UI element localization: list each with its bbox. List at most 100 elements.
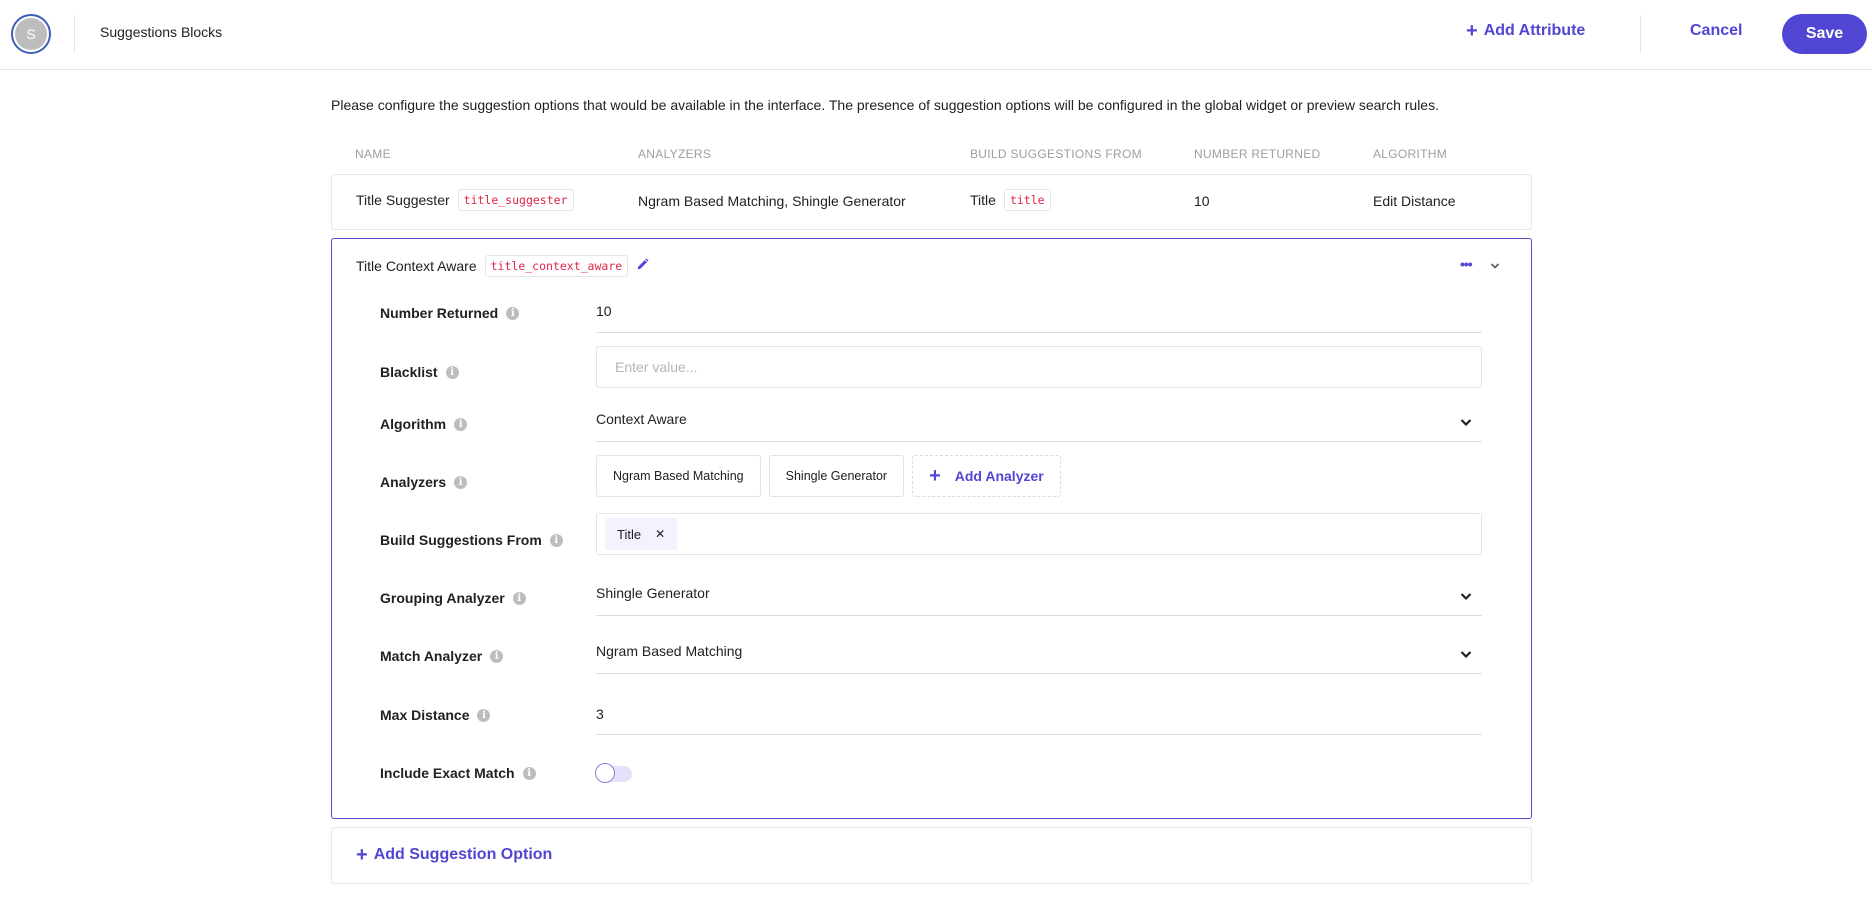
tag-label: Title [617,526,642,542]
field-label: Build Suggestions From i [380,532,563,548]
field-build-from: Build Suggestions From i Title ✕ [380,513,1482,570]
info-icon[interactable]: i [445,365,459,379]
info-icon[interactable]: i [477,708,491,722]
field-match-analyzer: Match Analyzer i Ngram Based Matching [380,634,1482,678]
label-text: Algorithm [380,416,447,432]
info-icon[interactable]: i [522,766,536,780]
row-number-returned: 10 [1194,193,1210,209]
divider [74,15,75,53]
algorithm-value: Context Aware [596,411,687,427]
match-analyzer-value: Ngram Based Matching [596,643,743,659]
avatar[interactable]: S [11,14,51,54]
field-number-returned: Number Returned i 10 [380,293,1482,337]
build-from-input[interactable]: Title ✕ [596,513,1482,555]
page-title: Suggestions Blocks [100,24,223,40]
row-build-from-cell: Title title [970,189,1051,211]
match-analyzer-select[interactable]: Ngram Based Matching [596,634,1482,674]
number-returned-input[interactable]: 10 [596,293,1482,333]
label-text: Blacklist [380,364,438,380]
label-text: Max Distance [380,707,470,723]
toggle-wrapper [595,762,1482,783]
tag-input[interactable]: Title ✕ [596,513,1482,555]
chevron-down-icon [1460,646,1472,662]
add-attribute-button[interactable]: + Add Attribute [1466,20,1586,42]
field-label: Blacklist i [380,364,459,380]
analyzer-chip[interactable]: Shingle Generator [768,455,905,497]
field-include-exact-match: Include Exact Match i [380,762,1480,806]
field-label: Algorithm i [380,416,468,432]
build-from-tag: Title ✕ [605,518,678,550]
column-header-build-from: BUILD SUGGESTIONS FROM [970,147,1142,161]
algorithm-select[interactable]: Context Aware [596,402,1482,442]
suggestion-option-panel: Title Context Aware title_context_aware … [331,238,1532,819]
row-name: Title Suggester [356,192,450,208]
field-label: Match Analyzer i [380,648,504,664]
field-blacklist: Blacklist i [380,346,1482,397]
blacklist-input[interactable] [596,346,1482,388]
row-name-cell: Title Suggester title_suggester [356,189,574,211]
top-bar: S Suggestions Blocks + Add Attribute Can… [0,0,1872,70]
info-icon[interactable]: i [454,475,468,489]
add-suggestion-option-button[interactable]: + Add Suggestion Option [356,844,553,866]
option-key: title_context_aware [484,255,629,277]
field-algorithm: Algorithm i Context Aware [380,402,1482,446]
info-icon[interactable]: i [490,649,504,663]
row-build-from: Title [970,192,996,208]
avatar-initial: S [15,18,47,50]
row-name-key: title_suggester [457,189,574,211]
intro-text: Please configure the suggestion options … [331,97,1439,113]
plus-icon: + [929,465,941,487]
info-icon[interactable]: i [506,306,520,320]
plus-icon: + [1466,20,1478,42]
add-option-row: + Add Suggestion Option [331,827,1532,884]
add-analyzer-button[interactable]: + Add Analyzer [912,455,1061,497]
label-text: Include Exact Match [380,765,515,781]
ellipsis-icon[interactable]: ••• [1460,257,1473,271]
chevron-down-icon [1460,414,1472,430]
row-algorithm: Edit Distance [1373,193,1456,209]
info-icon[interactable]: i [454,417,468,431]
save-button[interactable]: Save [1782,14,1867,54]
label-text: Number Returned [380,305,499,321]
divider [1640,15,1641,53]
row-analyzers: Ngram Based Matching, Shingle Generator [638,193,906,209]
remove-tag-icon[interactable]: ✕ [655,527,665,541]
table-row[interactable]: Title Suggester title_suggester Ngram Ba… [331,174,1532,230]
label-text: Analyzers [380,474,447,490]
max-distance-input[interactable]: 3 [596,694,1482,735]
grouping-analyzer-select[interactable]: Shingle Generator [596,576,1482,616]
include-exact-match-toggle[interactable] [595,763,632,783]
blacklist-wrapper [596,346,1482,388]
field-max-distance: Max Distance i 3 [380,694,1482,738]
add-analyzer-label: Add Analyzer [954,468,1044,484]
column-header-analyzers: ANALYZERS [638,147,712,161]
toggle-knob [595,763,615,783]
info-icon[interactable]: i [549,533,563,547]
label-text: Build Suggestions From [380,532,542,548]
option-name: Title Context Aware [356,258,477,274]
field-analyzers: Analyzers i Ngram Based Matching Shingle… [380,455,1480,512]
grouping-analyzer-value: Shingle Generator [596,585,710,601]
row-build-from-key: title [1003,189,1051,211]
field-label: Max Distance i [380,707,491,723]
info-icon[interactable]: i [512,591,526,605]
table-header: NAME ANALYZERS BUILD SUGGESTIONS FROM NU… [331,145,1531,165]
field-label: Grouping Analyzer i [380,590,526,606]
chevron-down-icon[interactable] [1490,257,1500,273]
label-text: Match Analyzer [380,648,483,664]
label-text: Grouping Analyzer [380,590,505,606]
add-attribute-label: Add Attribute [1483,22,1586,39]
cancel-button[interactable]: Cancel [1690,22,1742,40]
chevron-down-icon [1460,588,1472,604]
plus-icon: + [356,844,368,866]
pencil-icon[interactable] [636,258,649,274]
column-header-number-returned: NUMBER RETURNED [1194,147,1321,161]
field-label: Analyzers i [380,474,468,490]
add-option-label: Add Suggestion Option [373,846,553,863]
analyzer-chips: Ngram Based Matching Shingle Generator +… [596,455,1482,497]
analyzer-chip[interactable]: Ngram Based Matching [596,455,761,497]
field-grouping-analyzer: Grouping Analyzer i Shingle Generator [380,576,1482,620]
field-label: Number Returned i [380,305,520,321]
panel-header: Title Context Aware title_context_aware [356,255,649,277]
field-label: Include Exact Match i [380,765,536,781]
